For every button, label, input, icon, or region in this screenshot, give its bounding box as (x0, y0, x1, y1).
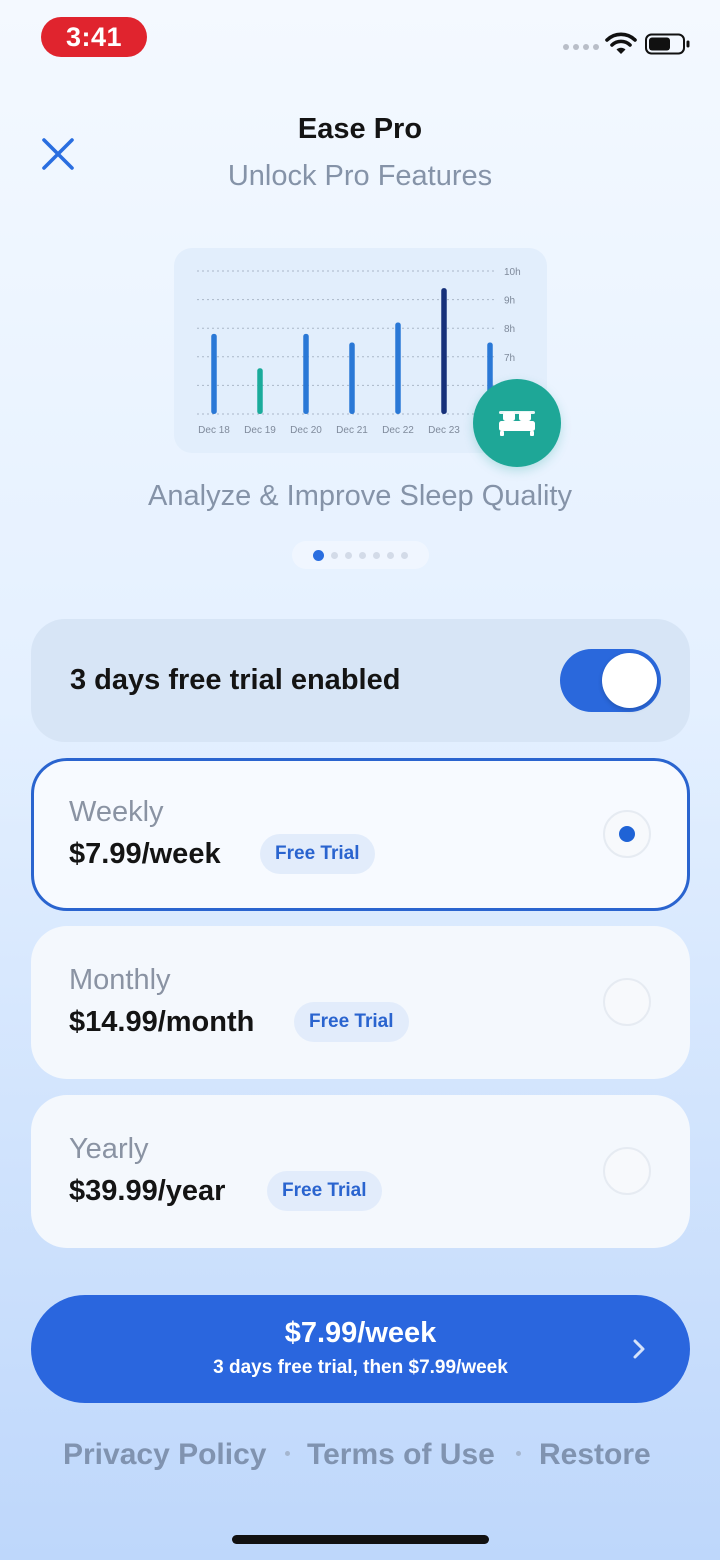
subscribe-subtitle: 3 days free trial, then $7.99/week (213, 1357, 508, 1378)
footer-separator (285, 1451, 290, 1456)
x-tick-label: Dec 18 (198, 425, 230, 436)
plan-radio[interactable] (603, 978, 651, 1026)
footer-separator (516, 1451, 521, 1456)
plan-price: $14.99/month (69, 1006, 255, 1038)
x-tick-label: Dec 21 (336, 425, 368, 436)
home-indicator (232, 1535, 489, 1544)
plan-name: Yearly (69, 1133, 149, 1165)
chart-bar (211, 333, 217, 414)
y-tick-label: 7h (504, 353, 515, 364)
free-trial-badge: Free Trial (260, 834, 375, 874)
chart-bar (257, 368, 263, 414)
chart-bar (395, 322, 401, 414)
x-tick-label: Dec 22 (382, 425, 414, 436)
plan-radio[interactable] (603, 810, 651, 858)
footer-links: Privacy Policy Terms of Use Restore (0, 1438, 720, 1478)
plan-price: $39.99/year (69, 1175, 226, 1207)
y-tick-label: 8h (504, 324, 515, 335)
y-tick-label: 10h (504, 267, 521, 278)
terms-of-use-link[interactable]: Terms of Use (307, 1438, 495, 1472)
free-trial-row: 3 days free trial enabled (31, 619, 690, 742)
status-time: 3:41 (41, 17, 147, 57)
restore-link[interactable]: Restore (539, 1438, 651, 1472)
pager-dot[interactable] (345, 551, 352, 559)
plan-name: Monthly (69, 964, 171, 996)
free-trial-toggle[interactable] (560, 649, 661, 712)
radio-selected-dot (619, 826, 635, 842)
chart-bar (441, 288, 447, 414)
wifi-icon (605, 32, 637, 54)
plan-radio[interactable] (603, 1147, 651, 1195)
y-tick-label: 9h (504, 296, 515, 307)
free-trial-label: 3 days free trial enabled (70, 664, 401, 696)
pager-dot[interactable] (401, 551, 408, 559)
free-trial-badge: Free Trial (294, 1002, 409, 1042)
subscribe-price: $7.99/week (284, 1317, 437, 1349)
x-tick-label: Dec 20 (290, 425, 322, 436)
x-tick-label: Dec 19 (244, 425, 276, 436)
bed-icon (499, 411, 535, 436)
subscribe-button[interactable]: $7.99/week 3 days free trial, then $7.99… (31, 1295, 690, 1403)
plan-price: $7.99/week (69, 838, 221, 870)
pager-dot[interactable] (313, 549, 324, 561)
toggle-knob (602, 653, 657, 708)
plan-monthly[interactable]: Monthly $14.99/month Free Trial (31, 926, 690, 1079)
plan-name: Weekly (69, 796, 164, 828)
page-title: Ease Pro (297, 113, 423, 145)
pager-dot[interactable] (387, 551, 394, 559)
bed-badge (473, 379, 561, 467)
pager-dot[interactable] (359, 551, 366, 559)
plan-weekly[interactable]: Weekly $7.99/week Free Trial (31, 758, 690, 911)
plan-yearly[interactable]: Yearly $39.99/year Free Trial (31, 1095, 690, 1248)
chevron-right-icon (633, 1339, 645, 1359)
page-subtitle: Unlock Pro Features (227, 160, 493, 192)
x-tick-label: Dec 23 (428, 425, 460, 436)
free-trial-badge: Free Trial (267, 1171, 382, 1211)
cellular-signal-icon (563, 44, 599, 50)
privacy-policy-link[interactable]: Privacy Policy (63, 1438, 266, 1472)
status-bar: 3:41 (0, 0, 720, 80)
battery-icon (645, 33, 690, 55)
chart-bar (303, 333, 309, 414)
feature-caption: Analyze & Improve Sleep Quality (148, 480, 572, 512)
chart-bar (349, 342, 355, 414)
pager-dot[interactable] (373, 551, 380, 559)
pager-dot[interactable] (331, 551, 338, 559)
carousel-pager[interactable] (292, 541, 429, 569)
